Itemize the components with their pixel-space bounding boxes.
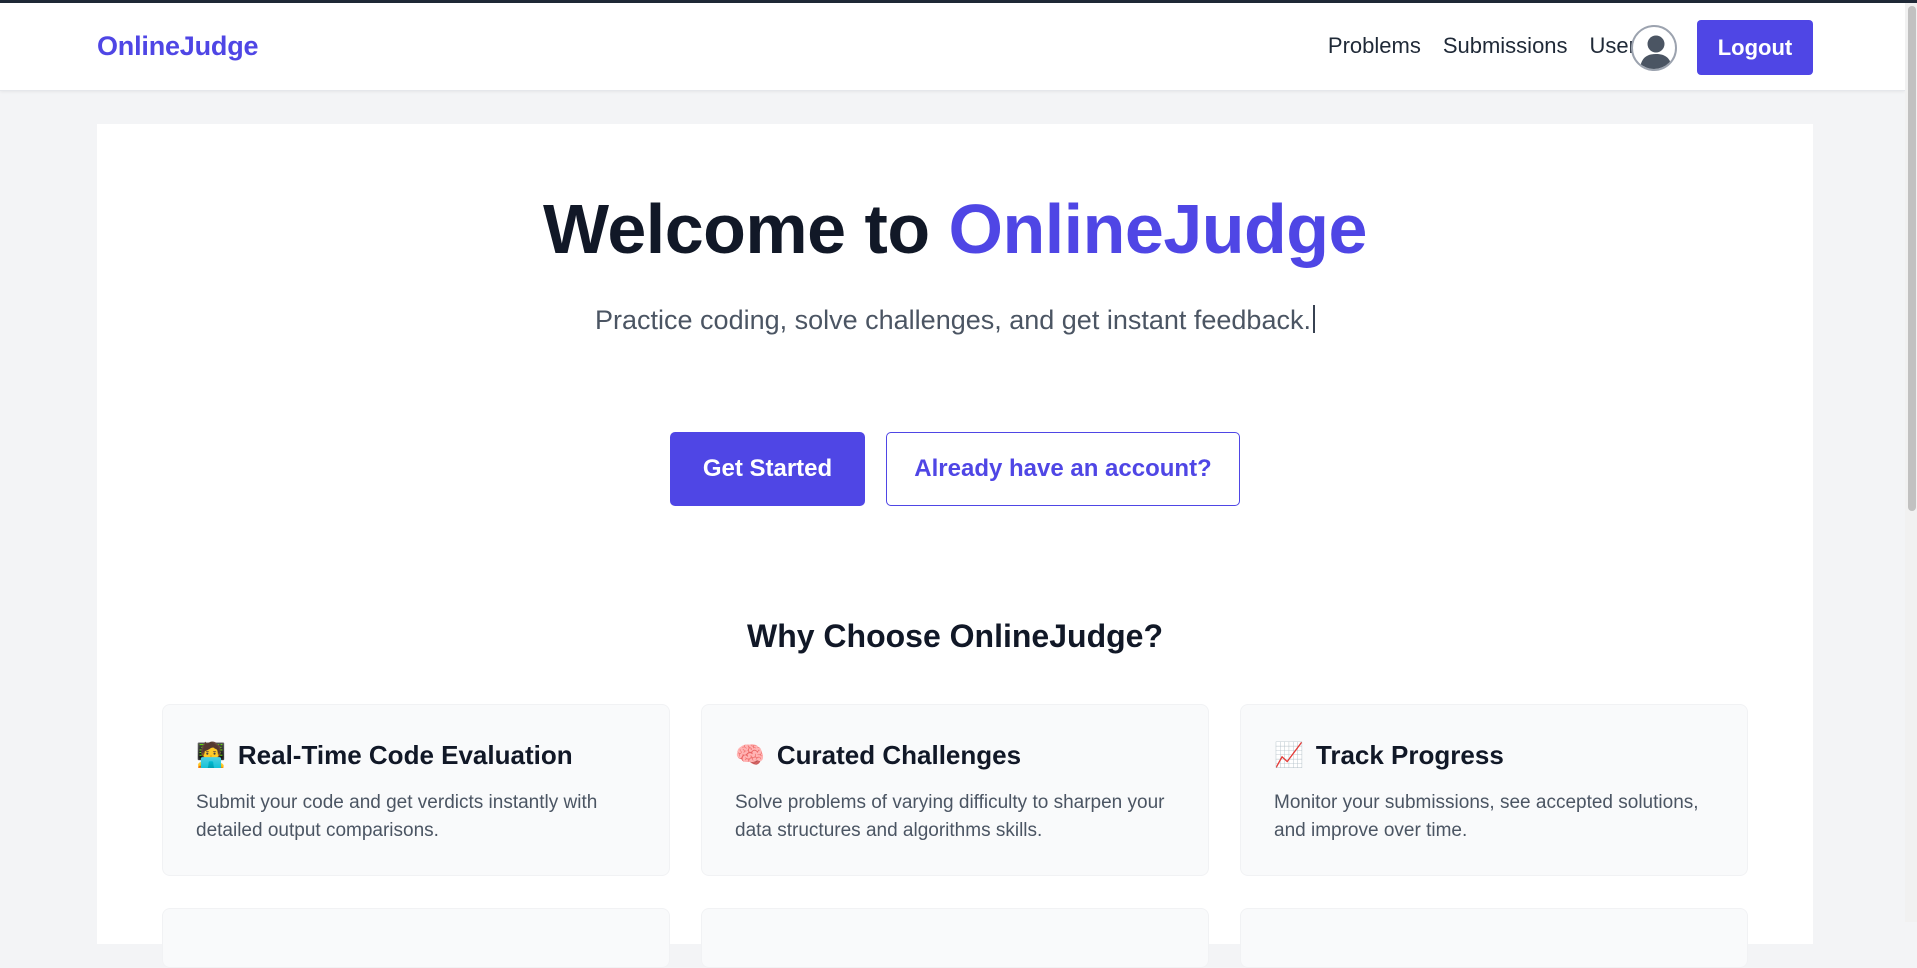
avatar-silhouette-icon	[1640, 35, 1672, 69]
page-scrollbar-thumb[interactable]	[1908, 6, 1916, 511]
features-heading: Why Choose OnlineJudge?	[746, 618, 1163, 654]
feature-title: Curated Challenges	[776, 740, 1022, 770]
chart-increasing-icon: 📈	[1274, 741, 1304, 769]
feature-card-header: 🧑‍💻 Real-Time Code Evaluation	[196, 740, 573, 771]
typing-cursor	[1312, 305, 1315, 333]
nav-links: Problems Submissions Users	[1328, 33, 1647, 59]
feature-description: Solve problems of varying difficulty to …	[735, 792, 1165, 841]
feature-title: Track Progress	[1315, 740, 1504, 770]
hero-title-prefix: Welcome to	[543, 190, 949, 268]
feature-description: Submit your code and get verdicts instan…	[196, 792, 598, 841]
get-started-button[interactable]: Get Started	[670, 432, 865, 506]
navbar: OnlineJudge Problems Submissions Users L…	[0, 3, 1905, 91]
feature-title: Real-Time Code Evaluation	[237, 740, 573, 770]
main-content-card: Welcome to OnlineJudge Practice coding, …	[97, 124, 1813, 968]
logout-button[interactable]: Logout	[1697, 20, 1813, 75]
feature-card-partial	[1240, 908, 1748, 968]
feature-card-header: 📈 Track Progress	[1274, 740, 1504, 771]
feature-card-header: 🧠 Curated Challenges	[735, 740, 1021, 771]
hero-subtitle-text: Practice coding, solve challenges, and g…	[595, 305, 1311, 335]
feature-card-real-time-evaluation: 🧑‍💻 Real-Time Code Evaluation Submit you…	[162, 704, 670, 876]
hero-subtitle: Practice coding, solve challenges, and g…	[97, 305, 1813, 336]
nav-link-problems[interactable]: Problems	[1328, 33, 1421, 59]
brand-logo[interactable]: OnlineJudge	[97, 31, 259, 62]
brain-icon: 🧠	[735, 741, 765, 769]
feature-card-track-progress: 📈 Track Progress Monitor your submission…	[1240, 704, 1748, 876]
user-avatar-icon[interactable]	[1631, 25, 1677, 71]
feature-card-partial	[162, 908, 670, 968]
feature-card-partial	[701, 908, 1209, 968]
login-button[interactable]: Already have an account?	[886, 432, 1240, 506]
hero-title: Welcome to OnlineJudge	[97, 189, 1813, 269]
hero-title-accent: OnlineJudge	[948, 190, 1368, 268]
coder-icon: 🧑‍💻	[196, 741, 226, 769]
feature-card-curated-challenges: 🧠 Curated Challenges Solve problems of v…	[701, 704, 1209, 876]
feature-description: Monitor your submissions, see accepted s…	[1274, 792, 1699, 841]
nav-link-submissions[interactable]: Submissions	[1443, 33, 1568, 59]
